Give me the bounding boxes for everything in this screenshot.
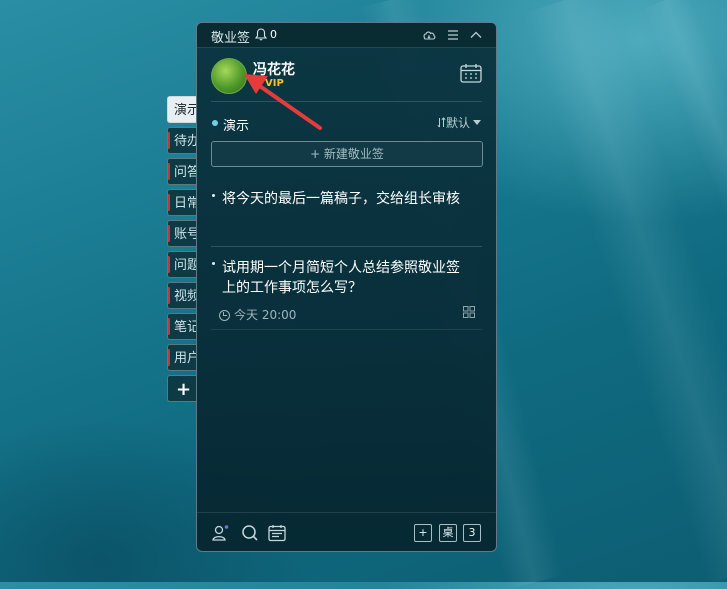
- category-dot: [212, 120, 218, 126]
- calendar-small-icon[interactable]: [267, 523, 287, 543]
- search-icon[interactable]: [240, 523, 260, 543]
- new-note-button[interactable]: + 新建敬业签: [211, 141, 483, 167]
- collapse-icon[interactable]: [468, 27, 484, 43]
- tab-daily[interactable]: 日常: [167, 189, 197, 216]
- tab-notes[interactable]: 笔记: [167, 313, 197, 340]
- title-bar: 敬业签 0: [197, 23, 496, 48]
- note-text[interactable]: 试用期一个月简短个人总结参照敬业签上的工作事项怎么写？: [222, 258, 470, 298]
- reminder-time: 今天 20:00: [219, 306, 296, 323]
- app-title: 敬业签: [211, 31, 251, 46]
- bell-icon[interactable]: [255, 28, 267, 41]
- grid-icon[interactable]: [463, 306, 475, 318]
- chevron-down-icon: [473, 120, 482, 125]
- note-text[interactable]: 将今天的最后一篇稿子，交给组长审核: [222, 189, 470, 209]
- tab-qa[interactable]: 问答: [167, 158, 197, 185]
- bottom-bar-divider: [197, 512, 496, 513]
- tab-users[interactable]: 用户: [167, 344, 197, 371]
- category-tabs: 演示 待办 问答 日常 账号 问题 视频 笔记 用户 +: [167, 96, 197, 406]
- layout-button[interactable]: 3: [463, 524, 481, 542]
- bullet-icon: [212, 194, 215, 197]
- tab-account[interactable]: 账号: [167, 220, 197, 247]
- sort-icon: [437, 117, 446, 128]
- contacts-icon[interactable]: [211, 523, 231, 543]
- clock-icon: [219, 310, 230, 321]
- notification-count: 0: [270, 28, 277, 41]
- tab-demo[interactable]: 演示: [167, 96, 197, 123]
- divider: [211, 246, 482, 247]
- sort-label: 默认: [446, 116, 471, 130]
- sort-dropdown[interactable]: 默认: [437, 114, 482, 131]
- divider: [211, 329, 482, 330]
- add-tab-button[interactable]: +: [167, 375, 197, 402]
- tab-video[interactable]: 视频: [167, 282, 197, 309]
- tab-issues[interactable]: 问题: [167, 251, 197, 278]
- annotation-arrow: [244, 74, 322, 130]
- desktop-mode-button[interactable]: 桌: [439, 524, 457, 542]
- menu-icon[interactable]: [445, 27, 461, 43]
- calendar-icon[interactable]: [460, 63, 482, 83]
- add-note-button[interactable]: +: [414, 524, 432, 542]
- cloud-icon[interactable]: [421, 27, 437, 43]
- bullet-icon: [212, 262, 215, 265]
- tab-todo[interactable]: 待办: [167, 127, 197, 154]
- reminder-time-text: 今天 20:00: [234, 308, 297, 322]
